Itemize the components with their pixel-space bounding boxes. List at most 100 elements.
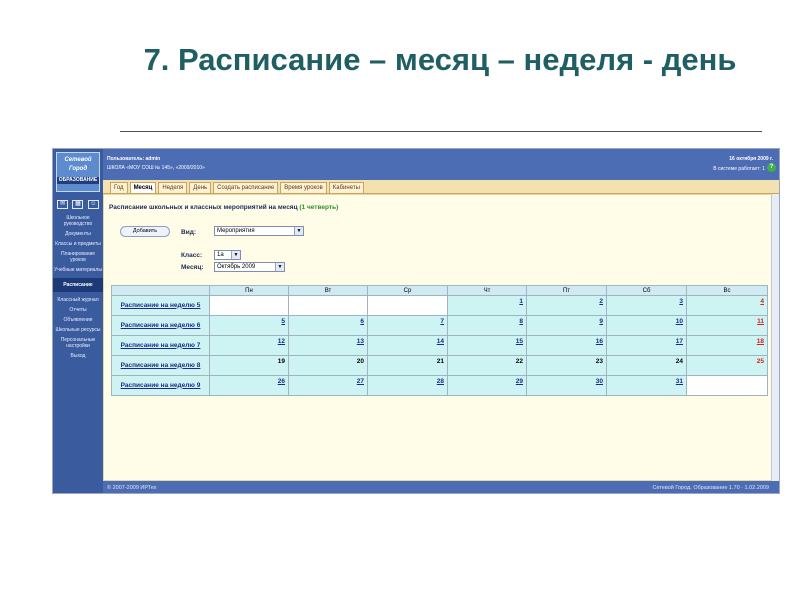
tab-lesson-times[interactable]: Время уроков (280, 182, 327, 193)
day-cell[interactable]: 6 (288, 315, 368, 336)
day-number[interactable]: 6 (360, 318, 364, 325)
day-number[interactable]: 7 (440, 318, 444, 325)
day-cell[interactable]: 5 (209, 315, 289, 336)
day-number[interactable]: 19 (278, 358, 285, 365)
day-number[interactable]: 5 (281, 318, 285, 325)
tab-year[interactable]: Год (110, 182, 128, 193)
day-number[interactable]: 9 (599, 318, 603, 325)
day-cell-sunday[interactable]: 4 (686, 295, 768, 316)
day-cell[interactable]: 20 (288, 355, 368, 376)
day-number[interactable]: 11 (757, 318, 764, 325)
day-number[interactable]: 29 (516, 378, 523, 385)
sidebar-item-logout[interactable]: Выход (53, 351, 103, 361)
day-number[interactable]: 15 (516, 338, 523, 345)
sidebar-item-schedule[interactable]: Расписание (53, 278, 103, 292)
sidebar-item-lesson-planning[interactable]: Планирование уроков (53, 249, 103, 265)
tab-week[interactable]: Неделя (158, 182, 188, 193)
week-link-text[interactable]: Расписание на неделю 6 (121, 322, 201, 329)
help-icon[interactable]: ? (767, 163, 776, 172)
day-cell[interactable]: 21 (367, 355, 448, 376)
day-number[interactable]: 25 (757, 358, 764, 365)
week-schedule-link[interactable]: Расписание на неделю 9 (111, 375, 210, 396)
sidebar-item-journal[interactable]: Классный журнал (53, 295, 103, 305)
add-button[interactable]: Добавить (120, 226, 170, 237)
day-number[interactable]: 13 (357, 338, 364, 345)
day-cell[interactable]: 3 (606, 295, 687, 316)
class-select[interactable]: 1а ▼ (214, 250, 241, 260)
day-cell[interactable]: 16 (526, 335, 607, 356)
sidebar-item-school-management[interactable]: Школьное руководство (53, 213, 103, 229)
day-number[interactable]: 22 (516, 358, 523, 365)
day-cell[interactable]: 28 (367, 375, 448, 396)
day-number[interactable]: 26 (278, 378, 285, 385)
day-number[interactable]: 31 (676, 378, 683, 385)
vertical-scrollbar[interactable] (771, 194, 779, 481)
day-cell[interactable]: 7 (367, 315, 448, 336)
day-cell[interactable]: 17 (606, 335, 687, 356)
day-cell[interactable]: 27 (288, 375, 368, 396)
day-number[interactable]: 21 (437, 358, 444, 365)
day-cell[interactable]: 22 (447, 355, 527, 376)
week-link-text[interactable]: Расписание на неделю 8 (121, 362, 201, 369)
month-select[interactable]: Октябрь 2009 ▼ (214, 262, 285, 272)
day-number[interactable]: 16 (596, 338, 603, 345)
sidebar-item-documents[interactable]: Документы (53, 229, 103, 239)
day-cell[interactable]: 8 (447, 315, 527, 336)
day-number[interactable]: 14 (437, 338, 444, 345)
week-schedule-link[interactable]: Расписание на неделю 6 (111, 315, 210, 336)
day-number[interactable]: 24 (676, 358, 683, 365)
tab-rooms[interactable]: Кабинеты (328, 182, 364, 193)
day-cell[interactable]: 24 (606, 355, 687, 376)
day-number[interactable]: 30 (596, 378, 603, 385)
day-cell[interactable]: 26 (209, 375, 289, 396)
day-cell[interactable]: 19 (209, 355, 289, 376)
day-cell-sunday[interactable]: 11 (686, 315, 768, 336)
sidebar-item-reports[interactable]: Отчеты (53, 305, 103, 315)
day-number[interactable]: 17 (676, 338, 683, 345)
tab-month[interactable]: Месяц (129, 182, 157, 193)
week-link-text[interactable]: Расписание на неделю 9 (121, 382, 201, 389)
week-schedule-link[interactable]: Расписание на неделю 5 (111, 295, 210, 316)
sidebar-item-materials[interactable]: Учебные материалы (53, 265, 103, 275)
day-cell[interactable]: 12 (209, 335, 289, 356)
day-cell[interactable]: 2 (526, 295, 607, 316)
sidebar-item-classes[interactable]: Классы и предметы (53, 239, 103, 249)
mail-icon[interactable]: ✉ (57, 200, 69, 209)
day-number[interactable]: 1 (519, 298, 523, 305)
day-cell[interactable]: 9 (526, 315, 607, 336)
day-cell[interactable]: 14 (367, 335, 448, 356)
day-number[interactable]: 18 (757, 338, 764, 345)
day-cell[interactable]: 29 (447, 375, 527, 396)
day-cell[interactable]: 10 (606, 315, 687, 336)
week-link-text[interactable]: Расписание на неделю 5 (121, 302, 201, 309)
sidebar-item-announcements[interactable]: Объявления (53, 315, 103, 325)
day-number[interactable]: 23 (596, 358, 603, 365)
week-schedule-link[interactable]: Расписание на неделю 7 (111, 335, 210, 356)
day-number[interactable]: 27 (357, 378, 364, 385)
day-number[interactable]: 10 (676, 318, 683, 325)
tab-day[interactable]: День (189, 182, 212, 193)
day-cell-sunday[interactable]: 18 (686, 335, 768, 356)
day-number[interactable]: 28 (437, 378, 444, 385)
day-number[interactable]: 12 (278, 338, 285, 345)
sidebar-item-resources[interactable]: Школьные ресурсы (53, 325, 103, 335)
day-number[interactable]: 20 (357, 358, 364, 365)
calendar-icon[interactable]: ▦ (72, 200, 84, 209)
day-number[interactable]: 8 (519, 318, 523, 325)
day-cell[interactable]: 23 (526, 355, 607, 376)
sidebar-item-settings[interactable]: Персональные настройки (53, 335, 103, 351)
users-icon[interactable]: ☺ (87, 200, 99, 209)
day-number[interactable]: 4 (760, 298, 764, 305)
week-link-text[interactable]: Расписание на неделю 7 (121, 342, 201, 349)
day-cell[interactable]: 15 (447, 335, 527, 356)
day-cell[interactable]: 1 (447, 295, 527, 316)
day-cell[interactable]: 31 (606, 375, 687, 396)
week-schedule-link[interactable]: Расписание на неделю 8 (111, 355, 210, 376)
tab-create-schedule[interactable]: Создать расписание (213, 182, 279, 193)
day-cell-sunday[interactable]: 25 (686, 355, 768, 376)
view-select[interactable]: Мероприятия ▼ (214, 226, 304, 236)
day-number[interactable]: 2 (599, 298, 603, 305)
day-number[interactable]: 3 (679, 298, 683, 305)
day-cell[interactable]: 13 (288, 335, 368, 356)
day-cell[interactable]: 30 (526, 375, 607, 396)
